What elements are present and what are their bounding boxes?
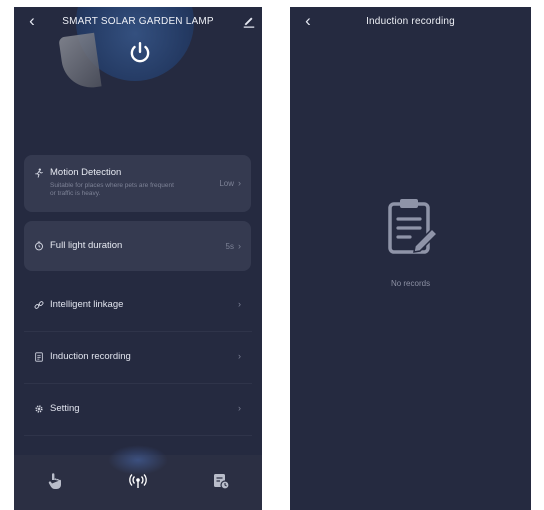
setting-label: Setting (50, 403, 80, 414)
chevron-right-icon: › (238, 351, 241, 361)
divider (24, 383, 252, 384)
schedule-icon[interactable] (211, 471, 231, 491)
brightness-arc[interactable] (58, 32, 102, 92)
radar-signal-icon[interactable] (128, 471, 148, 491)
chevron-right-icon: › (238, 403, 241, 413)
clipboard-edit-icon (388, 199, 439, 254)
intelligent-linkage-row[interactable]: Intelligent linkage › (24, 287, 251, 323)
motion-detection-card[interactable]: Motion Detection Suitable for places whe… (24, 155, 251, 212)
back-button[interactable]: ‹ (298, 11, 318, 31)
chevron-right-icon: › (238, 241, 241, 251)
back-button[interactable]: ‹ (22, 11, 42, 31)
motion-icon (35, 168, 43, 178)
motion-detection-description: Suitable for places where pets are frequ… (50, 182, 174, 197)
induction-recording-screen: ‹ Induction recording No records (290, 7, 531, 510)
motion-detection-value-wrap: Low › (219, 178, 241, 188)
setting-row[interactable]: Setting › (24, 391, 251, 427)
intelligent-linkage-label: Intelligent linkage (50, 299, 124, 310)
page-title: SMART SOLAR GARDEN LAMP (62, 16, 214, 27)
record-icon (35, 352, 43, 362)
chevron-right-icon: › (238, 299, 241, 309)
induction-recording-row[interactable]: Induction recording › (24, 339, 251, 375)
full-light-duration-value: 5s (225, 242, 234, 251)
page-title: Induction recording (366, 16, 455, 27)
top-bar: ‹ SMART SOLAR GARDEN LAMP (14, 7, 262, 37)
top-bar: ‹ Induction recording (290, 7, 531, 37)
lamp-control-screen: ‹ SMART SOLAR GARDEN LAMP Motion Detecti… (14, 7, 262, 510)
full-light-duration-value-wrap: 5s › (226, 241, 241, 251)
timer-icon (35, 241, 43, 251)
gear-icon (35, 405, 43, 413)
full-light-duration-card[interactable]: Full light duration 5s › (24, 221, 251, 271)
bottom-tab-bar (14, 445, 262, 510)
power-icon[interactable] (127, 40, 153, 66)
divider (24, 435, 252, 436)
motion-detection-label: Motion Detection (50, 167, 122, 178)
chevron-right-icon: › (238, 178, 241, 188)
divider (24, 331, 252, 332)
motion-detection-value: Low (219, 179, 234, 188)
edit-icon[interactable] (242, 14, 256, 28)
full-light-duration-label: Full light duration (50, 240, 123, 251)
link-icon (34, 301, 44, 309)
induction-recording-label: Induction recording (50, 351, 131, 362)
hand-pointer-icon[interactable] (45, 471, 65, 491)
empty-state-text: No records (390, 279, 431, 288)
